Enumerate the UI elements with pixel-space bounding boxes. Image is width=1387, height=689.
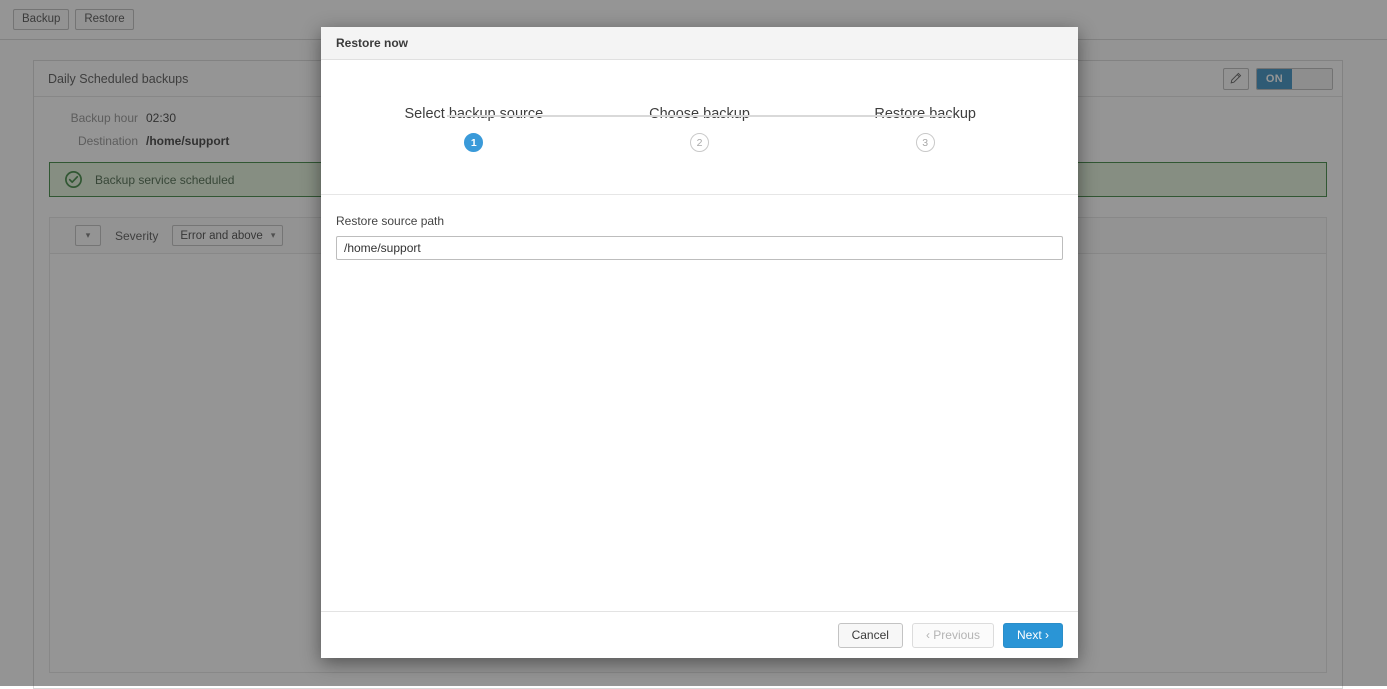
dialog-header: Restore now — [321, 27, 1078, 60]
wizard-step-1-marker[interactable]: 1 — [464, 133, 483, 152]
dialog-body: Restore source path — [321, 195, 1078, 611]
wizard-step-3-marker[interactable]: 3 — [916, 133, 935, 152]
wizard-step-3-label: Restore backup — [874, 106, 976, 122]
wizard-stepper: Select backup source 1 Choose backup 2 R… — [321, 60, 1078, 195]
wizard-step-1[interactable]: Select backup source 1 — [361, 106, 587, 152]
wizard-step-2-label: Choose backup — [649, 106, 750, 122]
previous-button: ‹ Previous — [912, 623, 994, 648]
wizard-step-2[interactable]: Choose backup 2 — [587, 106, 813, 152]
wizard-step-1-label: Select backup source — [405, 106, 544, 122]
wizard-steps: Select backup source 1 Choose backup 2 R… — [361, 106, 1038, 152]
dialog-title: Restore now — [336, 36, 408, 50]
dialog-footer: Cancel ‹ Previous Next › — [321, 611, 1078, 658]
restore-now-dialog: Restore now Select backup source 1 Choos… — [321, 27, 1078, 658]
restore-source-path-input[interactable] — [336, 236, 1063, 260]
wizard-step-2-marker[interactable]: 2 — [690, 133, 709, 152]
restore-source-path-label: Restore source path — [336, 214, 1063, 228]
wizard-step-3[interactable]: Restore backup 3 — [812, 106, 1038, 152]
wizard-step-connector-2 — [672, 115, 952, 117]
next-button[interactable]: Next › — [1003, 623, 1063, 648]
cancel-button[interactable]: Cancel — [838, 623, 903, 648]
